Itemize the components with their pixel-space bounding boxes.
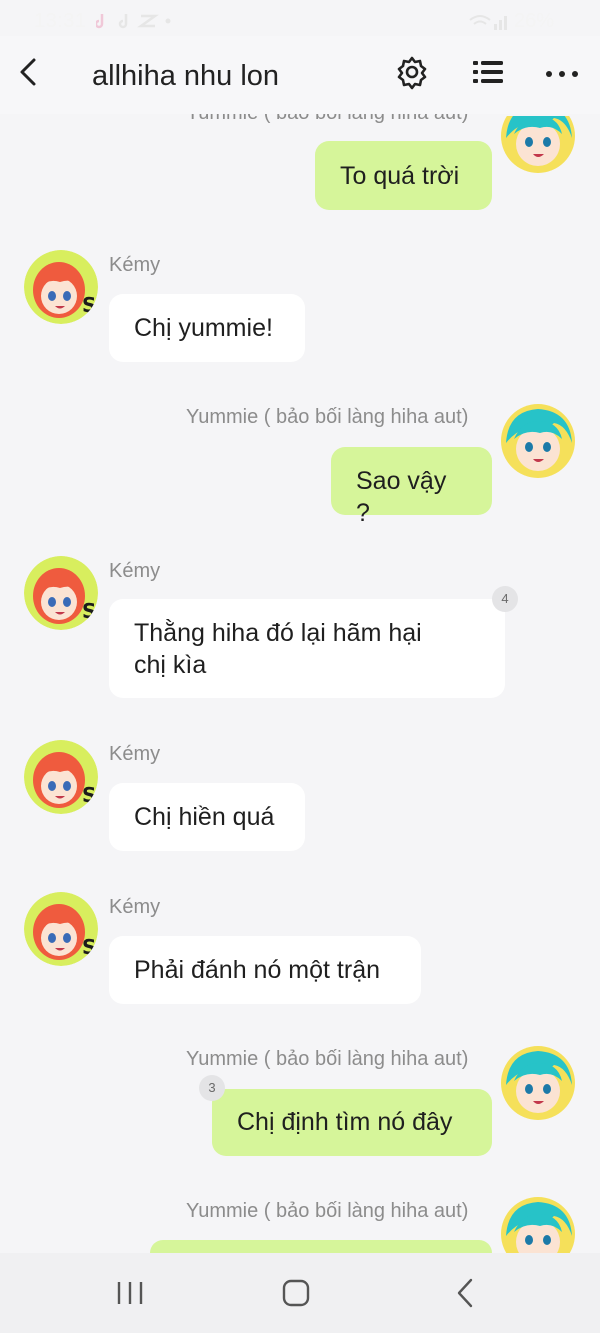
message-text: Phải đánh nó một trận (134, 956, 380, 984)
avatar[interactable]: S (24, 740, 98, 814)
sender-name: Yummie ( bảo bối làng hiha aut) (186, 1048, 469, 1070)
chevron-left-icon (20, 58, 36, 86)
tiktok-icon (94, 14, 171, 29)
sender-name: Kémy (109, 896, 161, 918)
avatar[interactable] (500, 1196, 576, 1253)
avatar-yummie-icon (501, 1197, 575, 1253)
avatar[interactable]: S (24, 250, 98, 324)
sender-name: Kémy (109, 743, 161, 765)
avatar[interactable] (500, 403, 576, 479)
sender-name: Yummie ( bảo bối làng hiha aut) (186, 406, 469, 428)
svg-text:S: S (82, 293, 96, 317)
more-dots-icon (546, 71, 578, 77)
avatar-yummie-icon (501, 116, 575, 173)
avatar[interactable] (500, 116, 576, 174)
message-text-line: chị kìa (134, 651, 207, 679)
wifi-signal-icon (469, 14, 508, 30)
back-button[interactable] (12, 52, 48, 92)
svg-text:S: S (82, 783, 96, 807)
avatar-yummie-icon (501, 1046, 575, 1120)
message-bubble[interactable] (150, 1240, 492, 1253)
status-right: 26% (468, 10, 554, 33)
battery-level: 26% (513, 10, 554, 32)
message-text: Chị yummie! (134, 314, 273, 342)
avatar-kemy-icon: S (24, 740, 98, 814)
notification-icons (94, 10, 176, 37)
message-bubble[interactable]: Chị yummie! (109, 294, 305, 362)
reaction-count-badge[interactable]: 3 (199, 1075, 225, 1101)
message-text: Chị hiền quá (134, 803, 275, 831)
avatar-kemy-icon: S (24, 556, 98, 630)
avatar[interactable]: S (24, 556, 98, 630)
avatar-yummie-icon (501, 404, 575, 478)
chat-title: allhiha nhu lon (92, 60, 280, 92)
message-text: To quá trời (340, 162, 460, 190)
avatar-kemy-icon: S (24, 250, 98, 324)
avatar-kemy-icon: S (24, 892, 98, 966)
message-text-line: Thằng hiha đó lại hãm hại (134, 619, 422, 647)
settings-button[interactable] (394, 54, 430, 90)
reaction-count-badge[interactable]: 4 (492, 586, 518, 612)
recent-apps-button[interactable] (110, 1273, 150, 1313)
gear-icon (397, 56, 427, 90)
home-button[interactable] (276, 1273, 316, 1313)
sender-name: Yummie ( bảo bối làng hiha aut) (186, 1200, 469, 1222)
message-bubble[interactable]: To quá trời (315, 141, 492, 210)
message-bubble[interactable]: Chị hiền quá (109, 783, 305, 851)
avatar[interactable]: S (24, 892, 98, 966)
svg-text:S: S (82, 599, 96, 623)
svg-text:S: S (82, 935, 96, 959)
sender-name: Kémy (109, 254, 161, 276)
back-icon (457, 1278, 473, 1308)
nav-back-button[interactable] (446, 1273, 486, 1313)
avatar[interactable] (500, 1045, 576, 1121)
message-text: Chị định tìm nó đây (237, 1108, 453, 1136)
status-time: 13:31 (34, 10, 87, 32)
message-text: Sao vậy ? (356, 467, 447, 527)
message-bubble[interactable]: Thằng hiha đó lại hãm hại chị kìa (109, 599, 505, 698)
chat-header: allhiha nhu lon (0, 36, 600, 114)
message-bubble[interactable]: Chị định tìm nó đây (212, 1089, 492, 1156)
home-icon (282, 1279, 310, 1307)
list-icon (473, 61, 503, 83)
menu-list-button[interactable] (470, 54, 506, 90)
message-bubble[interactable]: Phải đánh nó một trận (109, 936, 421, 1004)
message-bubble[interactable]: Sao vậy ? (331, 447, 492, 527)
recent-apps-icon (117, 1282, 143, 1304)
system-nav-bar (0, 1253, 600, 1333)
more-options-button[interactable] (543, 54, 581, 90)
sender-name: Kémy (109, 560, 161, 582)
